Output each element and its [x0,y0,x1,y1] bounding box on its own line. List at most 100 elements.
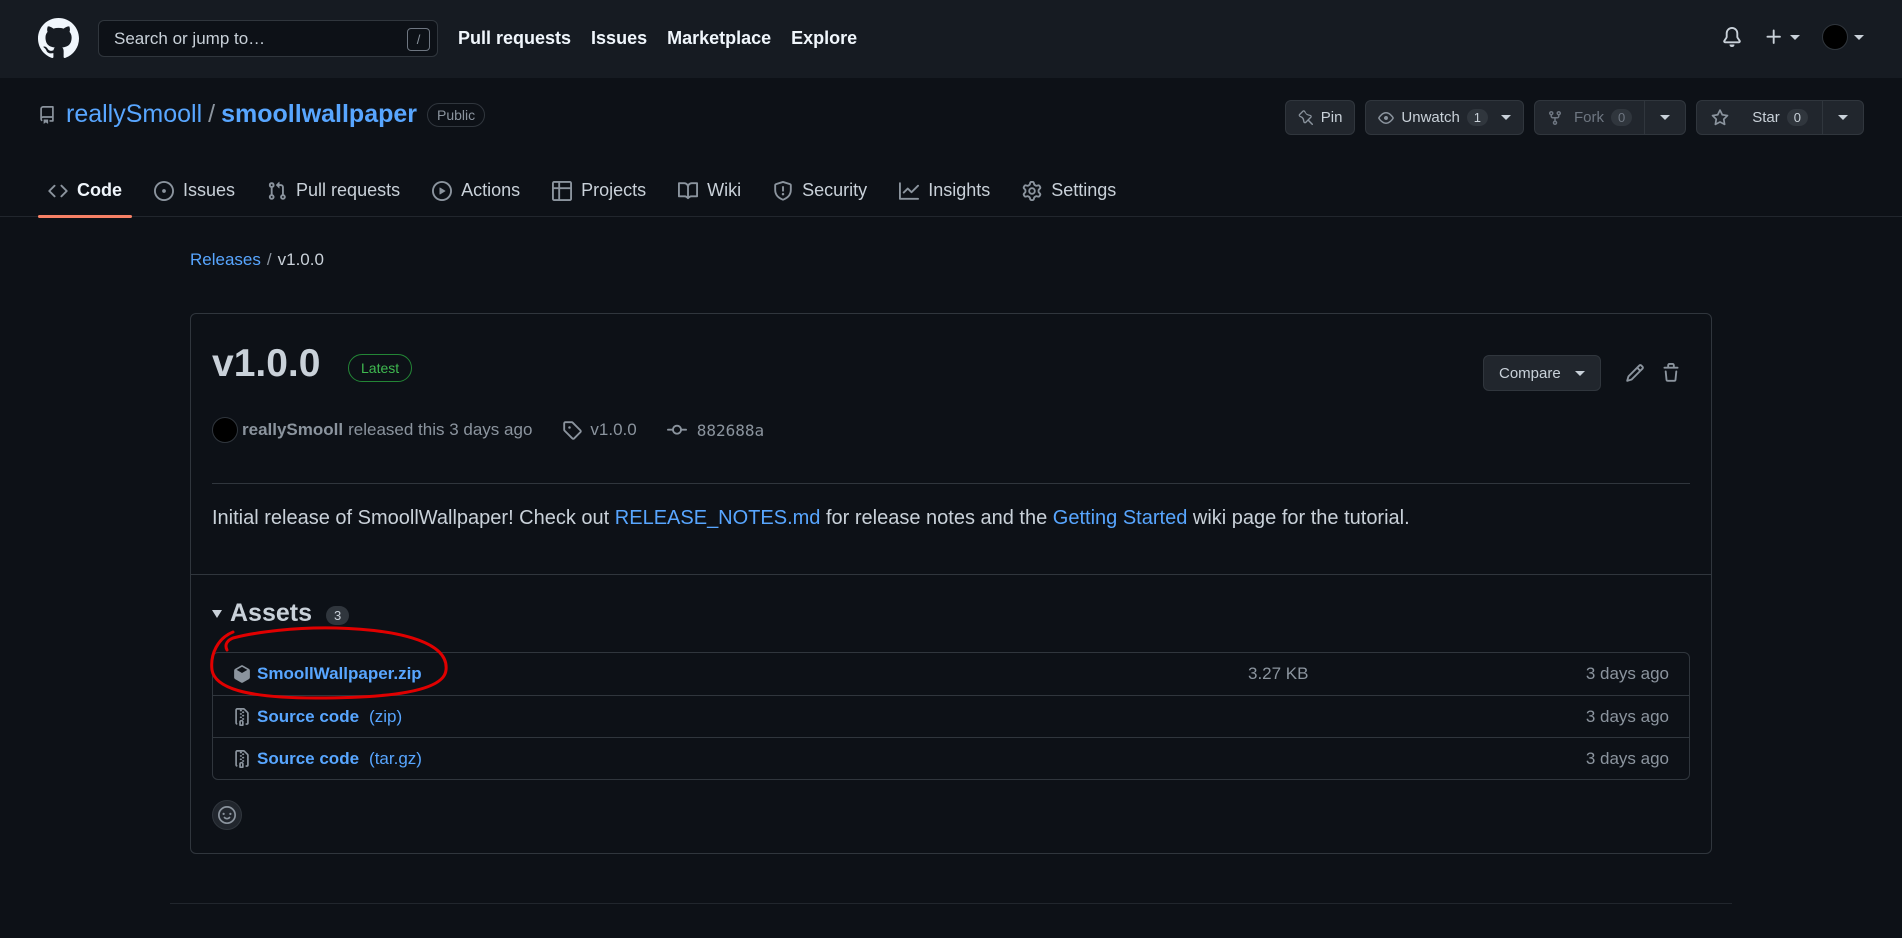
annotation-circle [210,626,448,700]
repo-actions: Pin Unwatch 1 Fork 0 Star 0 [1284,100,1864,135]
search-placeholder: Search or jump to… [114,29,266,48]
compare-label: Compare [1499,364,1561,382]
add-reaction-button[interactable] [212,800,242,830]
star-button[interactable]: Star 0 [1696,100,1864,135]
bell-icon[interactable] [1722,27,1742,47]
source-code-zip-link[interactable]: Source code [257,707,359,727]
tab-label: Insights [928,180,991,200]
tab-security[interactable]: Security [763,164,877,217]
release-card: v1.0.0 Latest Compare reallySmooll relea… [190,313,1712,854]
play-icon [432,180,453,201]
releases-link[interactable]: Releases [190,250,261,269]
pin-button[interactable]: Pin [1284,100,1356,135]
assets-count: 3 [326,606,350,625]
tag-label: v1.0.0 [590,420,637,439]
tab-insights[interactable]: Insights [889,164,1000,217]
chevron-down-icon [1790,34,1800,40]
star-counter: 0 [1786,109,1808,126]
pin-label: Pin [1320,109,1343,126]
list-item: Source code (tar.gz) 3 days ago [213,737,1689,779]
pencil-icon[interactable] [1625,363,1645,383]
repo-icon [40,105,54,124]
fork-button[interactable]: Fork 0 [1534,100,1687,135]
avatar[interactable] [212,417,238,443]
asset-suffix[interactable]: (tar.gz) [369,749,422,769]
user-menu[interactable] [1822,24,1864,50]
global-header: Search or jump to… / Pull requests Issue… [0,0,1902,78]
source-code-targz-link[interactable]: Source code [257,749,359,769]
tab-label: Security [802,180,868,200]
header-actions [1722,24,1864,50]
breadcrumb-current: v1.0.0 [277,250,324,269]
tab-label: Settings [1051,180,1117,200]
tab-issues[interactable]: Issues [144,164,245,217]
release-notes-link[interactable]: RELEASE_NOTES.md [615,507,821,529]
nav-marketplace[interactable]: Marketplace [667,28,771,49]
tab-settings[interactable]: Settings [1012,164,1126,217]
nav-issues[interactable]: Issues [591,28,647,49]
tab-pull-requests[interactable]: Pull requests [257,164,410,217]
repo-separator: / [208,100,216,128]
asset-suffix[interactable]: (zip) [369,707,402,727]
divider [191,574,1711,575]
pin-icon [1298,109,1313,125]
tag-link[interactable]: v1.0.0 [562,420,637,440]
repo-title: reallySmooll / smoollwallpaper Public [38,100,486,129]
asset-date: 3 days ago [1585,748,1669,768]
chevron-down-icon [1838,115,1848,120]
unwatch-button[interactable]: Unwatch 1 [1365,100,1525,135]
visibility-badge: Public [427,102,486,127]
getting-started-link[interactable]: Getting Started [1053,507,1188,529]
tab-projects[interactable]: Projects [542,164,656,217]
avatar [1822,24,1848,50]
star-dropdown[interactable] [1822,101,1863,134]
author-link[interactable]: reallySmooll [242,420,343,440]
table-icon [552,180,573,201]
plus-icon [1766,29,1781,44]
file-zip-icon [235,707,249,726]
repo-name-link[interactable]: smoollwallpaper [221,100,417,129]
github-logo-icon[interactable] [38,18,79,59]
divider [212,483,1690,484]
asset-date: 3 days ago [1585,664,1669,683]
nav-pull-requests[interactable]: Pull requests [458,28,571,49]
eye-icon [1378,111,1395,124]
compare-button[interactable]: Compare [1483,355,1601,391]
smiley-icon [218,806,236,824]
tab-actions[interactable]: Actions [422,164,530,217]
unwatch-label: Unwatch [1401,109,1460,126]
star-icon [1711,108,1729,125]
trash-icon[interactable] [1661,363,1681,383]
search-input[interactable]: Search or jump to… / [98,20,438,57]
release-title[interactable]: v1.0.0 [212,342,320,386]
tab-label: Pull requests [296,180,401,200]
breadcrumb: Releases / v1.0.0 [190,250,324,270]
repo-owner-link[interactable]: reallySmooll [66,100,202,129]
notes-text: wiki page for the tutorial. [1187,507,1410,529]
book-icon [678,181,699,199]
nav-explore[interactable]: Explore [791,28,857,49]
chevron-down-icon [1501,115,1512,120]
asset-date: 3 days ago [1585,706,1669,726]
tab-code[interactable]: Code [38,164,132,218]
tab-label: Projects [581,180,647,200]
pull-request-icon [268,181,286,200]
code-icon [48,184,68,197]
asset-size: 3.27 KB [1248,664,1309,683]
global-nav: Pull requests Issues Marketplace Explore [458,28,857,49]
commit-link[interactable]: 882688a [666,420,764,440]
repo-header: reallySmooll / smoollwallpaper Public Pi… [0,78,1902,218]
fork-dropdown[interactable] [1644,101,1685,134]
triangle-down-icon [212,609,222,618]
tab-wiki[interactable]: Wiki [668,164,751,217]
fork-icon [1549,110,1562,125]
tab-label: Issues [183,180,236,200]
chevron-down-icon [1660,115,1671,120]
graph-icon [899,181,920,200]
fork-counter: 0 [1611,109,1633,126]
issue-icon [154,180,174,201]
chevron-down-icon [1574,370,1585,376]
create-new-dropdown[interactable] [1764,27,1800,47]
tag-icon [563,421,583,440]
search-shortcut-hint: / [407,28,430,51]
